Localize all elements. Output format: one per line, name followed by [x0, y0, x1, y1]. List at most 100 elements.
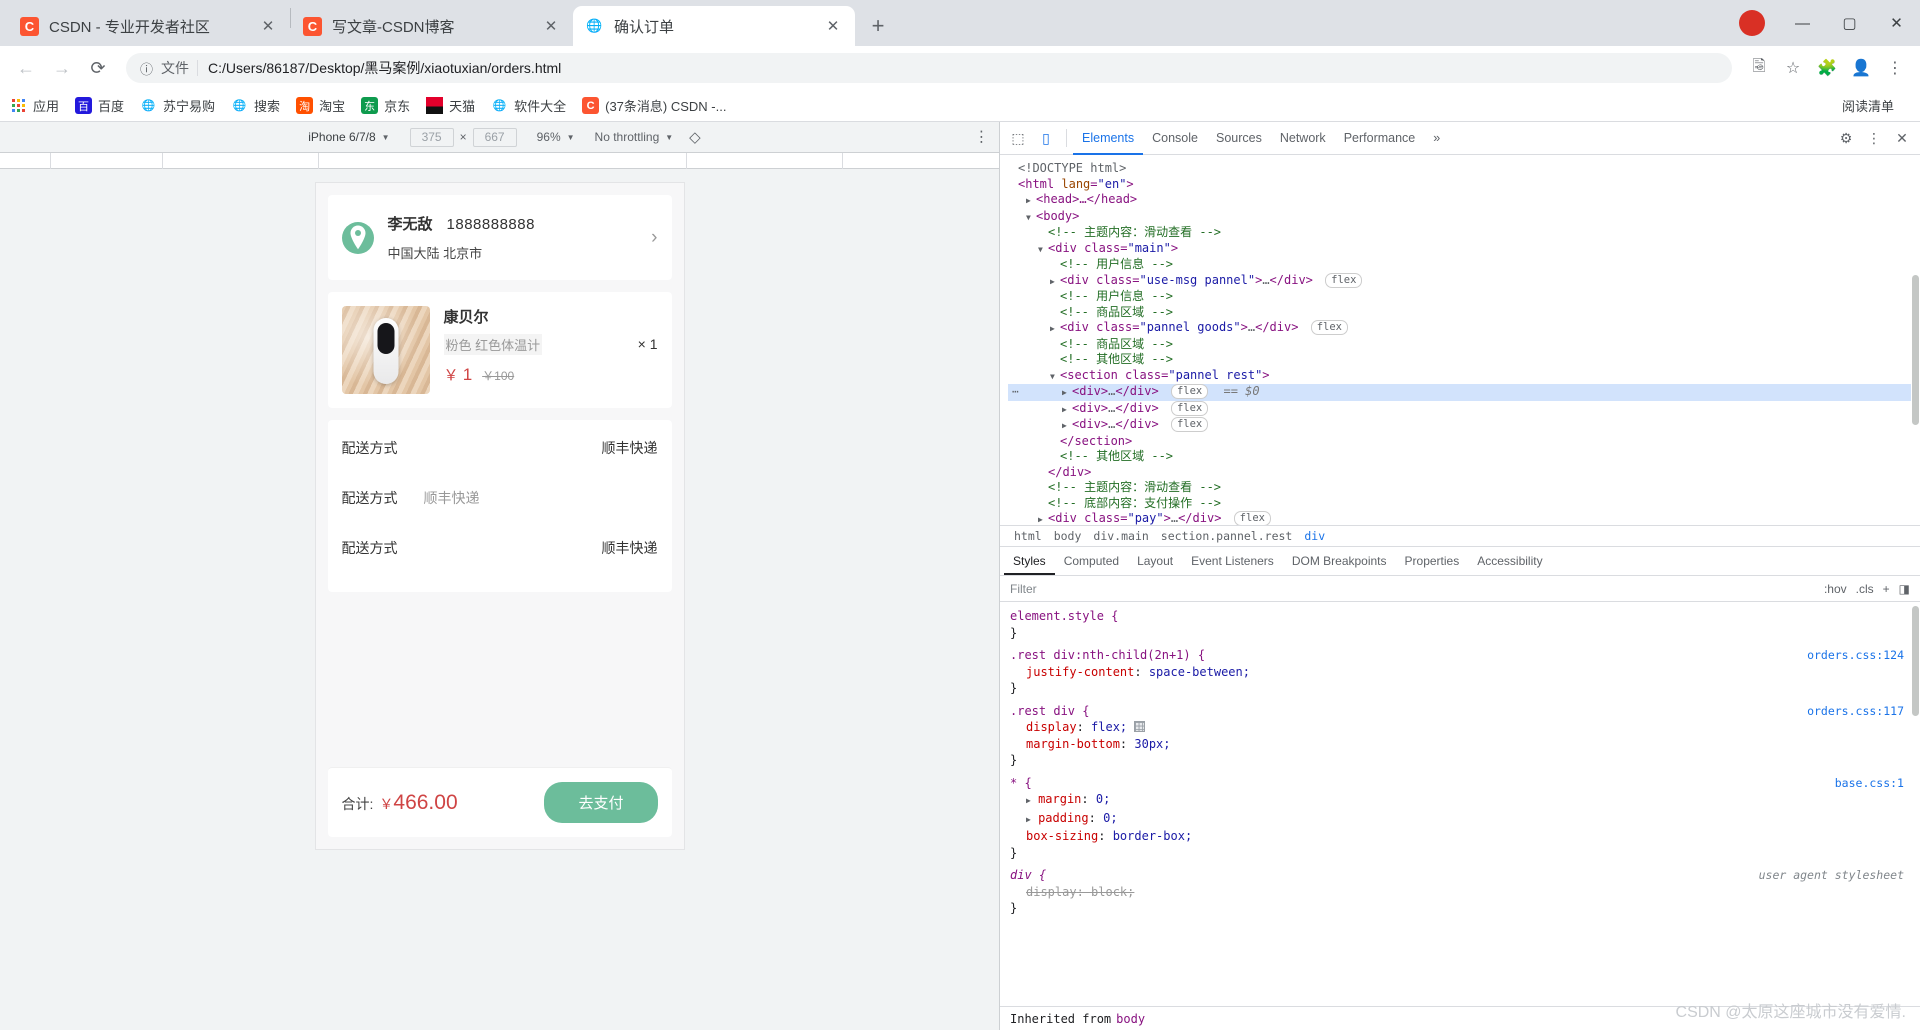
profile-avatar-icon[interactable] [1739, 10, 1765, 36]
breadcrumb-div[interactable]: div [1298, 529, 1331, 543]
new-tab-button[interactable]: + [861, 9, 895, 43]
bookmark-jd[interactable]: 东 京东 [361, 96, 410, 115]
flex-badge[interactable]: flex [1233, 511, 1271, 525]
rest-row[interactable]: 配送方式 顺丰快递 [342, 538, 658, 558]
flex-editor-icon[interactable] [1134, 721, 1146, 732]
subtab-layout[interactable]: Layout [1128, 547, 1182, 575]
css-value[interactable]: flex; [1091, 720, 1127, 734]
css-property[interactable]: margin-bottom [1010, 737, 1120, 751]
tab-overflow-icon[interactable]: » [1424, 122, 1449, 155]
css-value[interactable]: border-box; [1113, 829, 1192, 843]
subtab-styles[interactable]: Styles [1004, 547, 1055, 575]
subtab-properties[interactable]: Properties [1396, 547, 1469, 575]
maximize-button[interactable]: ▢ [1826, 0, 1873, 46]
bookmark-baidu[interactable]: 百 百度 [75, 96, 124, 115]
throttling-select[interactable]: No throttling ▼ [595, 130, 674, 144]
dom-line[interactable]: ▶ <div class="pannel goods">…</div> flex [1008, 320, 1920, 337]
css-property[interactable]: justify-content [1010, 665, 1134, 679]
translate-icon[interactable]: 🗟 [1744, 53, 1774, 83]
tab-sources[interactable]: Sources [1207, 122, 1271, 155]
tab-performance[interactable]: Performance [1335, 122, 1425, 155]
extensions-icon[interactable]: 🧩 [1812, 53, 1842, 83]
style-rule[interactable]: element.style { } [1010, 608, 1910, 641]
style-rule[interactable]: .rest div:nth-child(2n+1) { orders.css:1… [1010, 647, 1910, 697]
hover-state-button[interactable]: :hov [1824, 582, 1847, 596]
dom-line[interactable]: ▼ <body> [1008, 209, 1920, 226]
flex-badge[interactable]: flex [1170, 417, 1209, 432]
filter-input[interactable]: Filter [1010, 582, 1037, 596]
styles-rules[interactable]: element.style { } .rest div:nth-child(2n… [1000, 602, 1920, 1006]
zoom-select[interactable]: 96% ▼ [537, 130, 575, 144]
inherited-from-node[interactable]: body [1116, 1012, 1145, 1026]
bookmark-software[interactable]: 🌐 软件大全 [491, 96, 566, 115]
rest-row[interactable]: 配送方式 顺丰快递 [342, 488, 658, 508]
subtab-accessibility[interactable]: Accessibility [1468, 547, 1551, 575]
device-toolbar-icon[interactable]: ▯ [1032, 124, 1060, 152]
subtab-event-listeners[interactable]: Event Listeners [1182, 547, 1283, 575]
dom-line[interactable]: ▶ <div>…</div> flex [1008, 417, 1920, 434]
page-info-icon[interactable]: ⓘ [140, 59, 153, 78]
bookmark-csdn-messages[interactable]: C (37条消息) CSDN -... [582, 96, 726, 115]
flex-badge[interactable]: flex [1170, 384, 1209, 399]
browser-tab-1[interactable]: C CSDN - 专业开发者社区 ✕ [8, 6, 290, 46]
address-bar[interactable]: ⓘ 文件 C:/Users/86187/Desktop/黑马案例/xiaotux… [126, 53, 1732, 83]
star-icon[interactable]: ☆ [1778, 53, 1808, 83]
more-indicator[interactable]: ⋯ [1012, 384, 1020, 400]
tab-network[interactable]: Network [1271, 122, 1335, 155]
computed-sidebar-icon[interactable]: ◨ [1899, 582, 1910, 596]
breadcrumb-body[interactable]: body [1048, 529, 1088, 543]
dom-line[interactable]: ▶ <div class="use-msg pannel">…</div> fle… [1008, 272, 1920, 290]
rule-source-link[interactable]: base.css:1 [1835, 775, 1904, 792]
close-icon[interactable]: ✕ [258, 16, 278, 36]
css-value[interactable]: 30px; [1134, 737, 1170, 751]
reload-button[interactable]: ⟳ [82, 52, 114, 84]
style-rule[interactable]: * { base.css:1 ▶ margin: 0; ▶ padding: 0… [1010, 775, 1910, 862]
breadcrumb-html[interactable]: html [1008, 529, 1048, 543]
bookmark-suning[interactable]: 🌐 苏宁易购 [140, 96, 215, 115]
css-value[interactable]: 0; [1096, 792, 1110, 806]
tab-console[interactable]: Console [1143, 122, 1207, 155]
style-rule[interactable]: .rest div { orders.css:117 display: flex… [1010, 703, 1910, 769]
bookmark-tmall[interactable]: 天猫 [426, 96, 475, 115]
css-value[interactable]: 0; [1103, 811, 1117, 825]
subtab-dom-breakpoints[interactable]: DOM Breakpoints [1283, 547, 1396, 575]
style-rule[interactable]: div { user agent stylesheet display: blo… [1010, 867, 1910, 917]
css-property[interactable]: ▶ padding [1010, 811, 1089, 825]
pay-button[interactable]: 去支付 [544, 782, 658, 823]
menu-icon[interactable]: ⋮ [1880, 53, 1910, 83]
dom-line[interactable]: ▶ <div class="pay">…</div> flex [1008, 511, 1920, 525]
back-button[interactable]: ← [10, 52, 42, 84]
viewport-height-input[interactable]: 667 [472, 127, 517, 147]
settings-gear-icon[interactable]: ⚙ [1832, 124, 1860, 152]
forward-button[interactable]: → [46, 52, 78, 84]
rest-row[interactable]: 配送方式 顺丰快递 [342, 438, 658, 458]
dom-line[interactable]: <html lang="en"> [1008, 177, 1920, 193]
device-options-kebab-icon[interactable]: ⋮ [974, 130, 989, 145]
css-value[interactable]: block; [1091, 885, 1134, 899]
devtools-kebab-icon[interactable]: ⋮ [1860, 124, 1888, 152]
device-select[interactable]: iPhone 6/7/8 ▼ [308, 130, 389, 144]
close-icon[interactable]: ✕ [541, 16, 561, 36]
page-scroll-area[interactable]: 李无敌 1888888888 中国大陆 北京市 › 康贝尔 粉色 红色体温计 ￥… [316, 183, 684, 767]
breadcrumb-div-main[interactable]: div.main [1087, 529, 1154, 543]
profile-icon[interactable]: 👤 [1846, 53, 1876, 83]
flex-badge[interactable]: flex [1170, 400, 1209, 416]
css-value[interactable]: space-between; [1149, 665, 1250, 679]
devtools-close-icon[interactable]: ✕ [1888, 124, 1916, 152]
browser-tab-3-active[interactable]: 🌐 确认订单 ✕ [573, 6, 855, 46]
minimize-button[interactable]: — [1779, 0, 1826, 46]
inspect-icon[interactable]: ⬚ [1004, 124, 1032, 152]
css-property[interactable]: ▶ margin [1010, 792, 1081, 806]
chevron-right-icon[interactable]: › [643, 227, 657, 249]
close-icon[interactable]: ✕ [823, 16, 843, 36]
rule-source-link[interactable]: orders.css:124 [1807, 647, 1904, 664]
css-property[interactable]: box-sizing [1010, 829, 1098, 843]
breadcrumb-section[interactable]: section.pannel.rest [1155, 529, 1299, 543]
flex-badge[interactable]: flex [1310, 320, 1348, 335]
rule-source-link[interactable]: orders.css:117 [1807, 703, 1904, 720]
css-property[interactable]: display [1010, 720, 1077, 734]
dom-line-selected[interactable]: ⋯ ▶ <div>…</div> flex == $0 [1008, 384, 1920, 401]
dom-line[interactable]: ▼ <div class="main"> [1008, 241, 1920, 258]
class-toggle-button[interactable]: .cls [1856, 582, 1874, 596]
styles-scrollbar[interactable] [1911, 602, 1920, 1006]
